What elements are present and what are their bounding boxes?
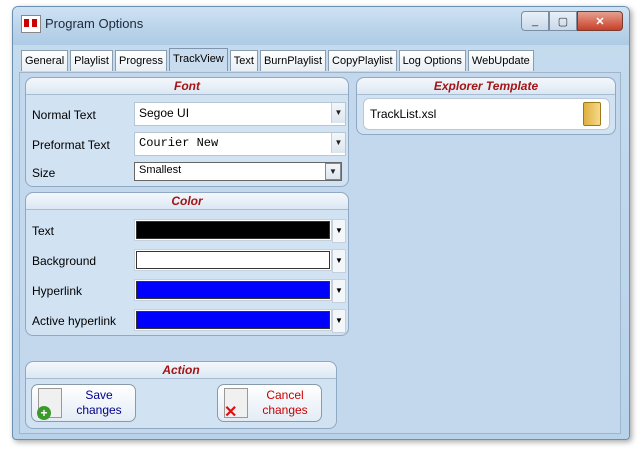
color-group-title: Color [26,193,348,210]
text-color-label: Text [32,224,55,238]
hyperlink-color-picker[interactable]: ▼ [134,279,346,303]
normal-text-label: Normal Text [32,108,96,122]
tab-burnplaylist[interactable]: BurnPlaylist [259,50,327,71]
cancel-changes-button[interactable]: ✕ Cancel changes [217,384,322,422]
tab-progress[interactable]: Progress [114,50,168,71]
cancel-label-line1: Cancel [266,388,304,402]
hyperlink-color-swatch [136,281,330,299]
active-hyperlink-color-picker[interactable]: ▼ [134,309,346,333]
normal-text-font-value: Segoe UI [139,106,190,120]
tab-copyplaylist[interactable]: CopyPlaylist [328,50,397,71]
close-button[interactable]: ✕ [577,11,623,31]
app-icon [21,15,41,33]
preformat-text-font-value: Courier New [139,136,219,150]
tab-content: Font Normal Text Segoe UI ▼ Preformat Te… [19,72,621,434]
tab-bar: General Playlist Progress TrackView Text… [21,48,536,72]
background-color-swatch [136,251,330,269]
tab-log-options[interactable]: Log Options [398,50,466,71]
save-changes-button[interactable]: + Save changes [31,384,136,422]
chevron-down-icon: ▼ [332,249,346,273]
background-color-picker[interactable]: ▼ [134,249,346,273]
folder-icon[interactable] [583,102,601,126]
minimize-button[interactable]: _ [521,11,549,31]
explorer-template-title: Explorer Template [357,78,615,95]
save-label-line2: changes [76,403,122,417]
chevron-down-icon: ▼ [331,103,345,123]
size-value: Smallest [139,164,182,176]
active-hyperlink-color-label: Active hyperlink [32,314,117,328]
background-color-label: Background [32,254,97,268]
save-document-icon: + [37,388,62,420]
chevron-down-icon: ▼ [332,219,346,243]
title-bar: Program Options _ ▢ ✕ [13,7,629,45]
chevron-down-icon: ▼ [325,163,341,180]
color-group: Color Text ▼ Background ▼ Hyperlink ▼ Ac… [25,192,349,336]
explorer-template-field[interactable]: TrackList.xsl [363,98,610,130]
tab-text[interactable]: Text [229,50,258,71]
font-group: Font Normal Text Segoe UI ▼ Preformat Te… [25,77,349,187]
tab-playlist[interactable]: Playlist [70,50,113,71]
font-group-title: Font [26,78,348,95]
text-color-swatch [136,221,330,239]
maximize-button[interactable]: ▢ [549,11,577,31]
active-hyperlink-color-swatch [136,311,330,329]
tab-trackview[interactable]: TrackView [169,48,228,71]
normal-text-font-select[interactable]: Segoe UI ▼ [134,102,346,126]
chevron-down-icon: ▼ [331,133,345,153]
chevron-down-icon: ▼ [332,279,346,303]
tab-webupdate[interactable]: WebUpdate [467,50,534,71]
hyperlink-color-label: Hyperlink [32,284,83,298]
size-label: Size [32,166,56,180]
preformat-text-font-select[interactable]: Courier New ▼ [134,132,346,156]
size-select[interactable]: Smallest ▼ [134,162,342,181]
chevron-down-icon: ▼ [332,309,346,333]
preformat-text-label: Preformat Text [32,138,110,152]
cancel-label-line2: changes [262,403,308,417]
action-group: Action + Save changes ✕ Cancel changes [25,361,337,429]
text-color-picker[interactable]: ▼ [134,219,346,243]
tab-general[interactable]: General [21,50,69,71]
explorer-template-group: Explorer Template TrackList.xsl [356,77,616,135]
save-label-line1: Save [85,388,113,402]
program-options-window: Program Options _ ▢ ✕ General Playlist P… [12,6,630,440]
action-group-title: Action [26,362,336,379]
cancel-document-icon: ✕ [224,388,248,421]
window-title: Program Options [45,16,144,31]
explorer-template-value: TrackList.xsl [370,107,437,121]
